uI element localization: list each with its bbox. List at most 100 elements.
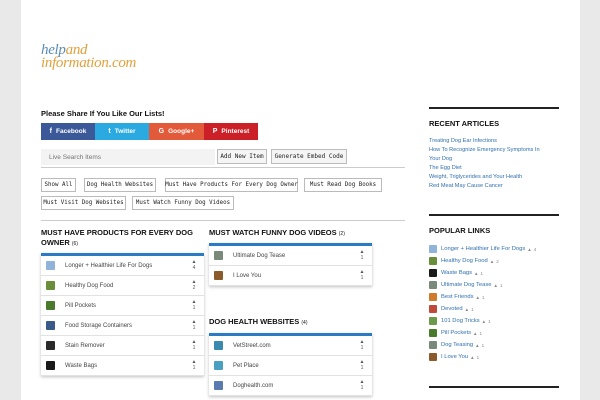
item-thumbnail <box>46 341 55 350</box>
recent-article-link[interactable]: Your Dog <box>429 155 559 164</box>
list-item[interactable]: Waste Bags ▲ 1 <box>41 356 204 376</box>
google-plus-icon: G <box>158 128 165 135</box>
list-item[interactable]: Pill Pockets ▲ 1 <box>41 296 204 316</box>
item-label: Stain Remover <box>65 342 105 349</box>
list-item[interactable]: Longer + Healthier Life For Dogs ▲ 4 <box>41 256 204 276</box>
filter-must-read-dog-books[interactable]: Must Read Dog Books <box>304 178 382 192</box>
popular-link[interactable]: Dog Teasing ▲ 1 <box>429 339 559 351</box>
vote-count: 1 <box>360 365 364 371</box>
popular-link[interactable]: Ultimate Dog Tease ▲ 1 <box>429 279 559 291</box>
vote-widget[interactable]: ▲ 1 <box>190 299 198 311</box>
live-search-input[interactable] <box>41 149 215 165</box>
vote-widget[interactable]: ▲ 1 <box>190 339 198 351</box>
health-list-title: DOG HEALTH WEBSITES (4) <box>209 317 389 328</box>
vote-widget[interactable]: ▲ 1 <box>358 379 366 391</box>
link-thumbnail <box>429 281 437 289</box>
popular-link[interactable]: Devoted ▲ 1 <box>429 303 559 315</box>
link-thumbnail <box>429 245 437 253</box>
item-thumbnail <box>214 381 223 390</box>
filter-show-all[interactable]: Show All <box>41 178 76 192</box>
popular-link-count: 1 <box>471 306 474 312</box>
popular-links-heading: POPULAR LINKS <box>429 214 559 235</box>
popular-link-count: 1 <box>479 330 482 336</box>
link-thumbnail <box>429 269 437 277</box>
link-thumbnail <box>429 341 437 349</box>
filter-must-watch-funny-dog-videos[interactable]: Must Watch Funny Dog Videos <box>132 196 234 210</box>
item-label: Ultimate Dog Tease <box>233 252 286 259</box>
pinterest-share-button[interactable]: P Pinterest <box>204 123 258 140</box>
thumbs-up-icon: ▲ <box>472 330 478 336</box>
vote-widget[interactable]: ▲ 1 <box>358 359 366 371</box>
add-new-item-button[interactable]: Add New Item <box>217 149 267 164</box>
item-thumbnail <box>46 301 55 310</box>
recent-article-link[interactable]: Weight, Triglycerides and Your Health <box>429 173 559 182</box>
recent-article-link[interactable]: Red Meat May Cause Cancer <box>429 182 559 191</box>
list-item[interactable]: Doghealth.com ▲ 1 <box>209 376 372 396</box>
filter-must-visit-dog-websites[interactable]: Must Visit Dog Websites <box>41 196 126 210</box>
popular-link[interactable]: Waste Bags ▲ 1 <box>429 267 559 279</box>
popular-link[interactable]: Best Friends ▲ 1 <box>429 291 559 303</box>
recent-articles-list: Treating Dog Ear Infections How To Recog… <box>429 137 559 191</box>
list-item[interactable]: VetStreet.com ▲ 1 <box>209 336 372 356</box>
popular-link[interactable]: Healthy Dog Food ▲ 2 <box>429 255 559 267</box>
google-plus-share-button[interactable]: G Google+ <box>149 123 204 140</box>
sidebar-divider <box>429 386 559 388</box>
list-item[interactable]: Stain Remover ▲ 1 <box>41 336 204 356</box>
thumbs-up-icon: ▲ <box>489 258 495 264</box>
facebook-share-button[interactable]: f Facebook <box>41 123 95 140</box>
item-label: Pet Place <box>233 362 259 369</box>
thumbs-up-icon: ▲ <box>470 354 475 360</box>
list-item[interactable]: Ultimate Dog Tease ▲ 1 <box>209 246 372 266</box>
recent-article-link[interactable]: The Egg Diet <box>429 164 559 173</box>
popular-link[interactable]: Longer + Healthier Life For Dogs ▲ 4 <box>429 243 559 255</box>
share-buttons: f Facebook t Twitter G Google+ P Pintere… <box>41 123 258 140</box>
recent-article-link[interactable]: How To Recognize Emergency Symptoms In <box>429 146 559 155</box>
videos-list-title: MUST WATCH FUNNY DOG VIDEOS (2) <box>209 228 389 239</box>
popular-link-count: 1 <box>481 342 485 348</box>
videos-list: Ultimate Dog Tease ▲ 1 I Love You ▲ 1 <box>209 243 372 286</box>
pinterest-label: Pinterest <box>221 128 250 135</box>
generate-embed-code-button[interactable]: Generate Embed Code <box>271 149 347 164</box>
health-count: (4) <box>301 320 308 326</box>
videos-title-text: MUST WATCH FUNNY DOG VIDEOS <box>209 228 337 237</box>
thumbs-up-icon: ▲ <box>475 342 480 348</box>
link-thumbnail <box>429 257 437 265</box>
twitter-share-button[interactable]: t Twitter <box>95 123 149 140</box>
vote-count: 1 <box>192 365 196 371</box>
vote-widget[interactable]: ▲ 1 <box>190 359 198 371</box>
popular-link-label: Ultimate Dog Tease <box>441 282 492 288</box>
products-list-title: MUST HAVE PRODUCTS FOR EVERY DOG OWNER (… <box>41 228 201 249</box>
filter-buttons: Show All Dog Health Websites Must Have P… <box>41 176 405 221</box>
thumbs-up-icon: ▲ <box>527 246 532 252</box>
search-bar: Add New Item Generate Embed Code <box>41 148 405 168</box>
popular-link[interactable]: I Love You ▲ 1 <box>429 351 559 363</box>
list-item[interactable]: Healthy Dog Food ▲ 2 <box>41 276 204 296</box>
logo-text-domain: information.com <box>41 55 137 71</box>
list-item[interactable]: I Love You ▲ 1 <box>209 266 372 286</box>
list-item[interactable]: Food Storage Containers ▲ 1 <box>41 316 204 336</box>
link-thumbnail <box>429 317 437 325</box>
filter-must-have-products[interactable]: Must Have Products For Every Dog Owner <box>165 178 298 192</box>
products-title-text: MUST HAVE PRODUCTS FOR EVERY DOG OWNER <box>41 228 193 247</box>
popular-link-count: 1 <box>482 294 485 300</box>
popular-link-count: 1 <box>499 282 503 288</box>
item-label: Pill Pockets <box>65 302 97 309</box>
link-thumbnail <box>429 329 437 337</box>
filter-dog-health-websites[interactable]: Dog Health Websites <box>84 178 156 192</box>
vote-widget[interactable]: ▲ 2 <box>190 279 198 291</box>
recent-article-link[interactable]: Treating Dog Ear Infections <box>429 137 559 146</box>
products-count: (6) <box>71 241 78 247</box>
vote-widget[interactable]: ▲ 4 <box>190 259 198 271</box>
thumbs-up-icon: ▲ <box>474 270 479 276</box>
vote-count: 4 <box>192 265 196 271</box>
popular-link[interactable]: Pill Pockets ▲ 1 <box>429 327 559 339</box>
site-logo[interactable]: helpand information.com <box>41 43 137 71</box>
list-item[interactable]: Pet Place ▲ 1 <box>209 356 372 376</box>
item-thumbnail <box>46 321 55 330</box>
vote-widget[interactable]: ▲ 1 <box>358 249 366 261</box>
thumbs-up-icon: ▲ <box>493 282 498 288</box>
vote-widget[interactable]: ▲ 1 <box>190 319 198 331</box>
vote-widget[interactable]: ▲ 1 <box>358 269 366 281</box>
popular-link[interactable]: 101 Dog Tricks ▲ 1 <box>429 315 559 327</box>
vote-widget[interactable]: ▲ 1 <box>358 339 366 351</box>
